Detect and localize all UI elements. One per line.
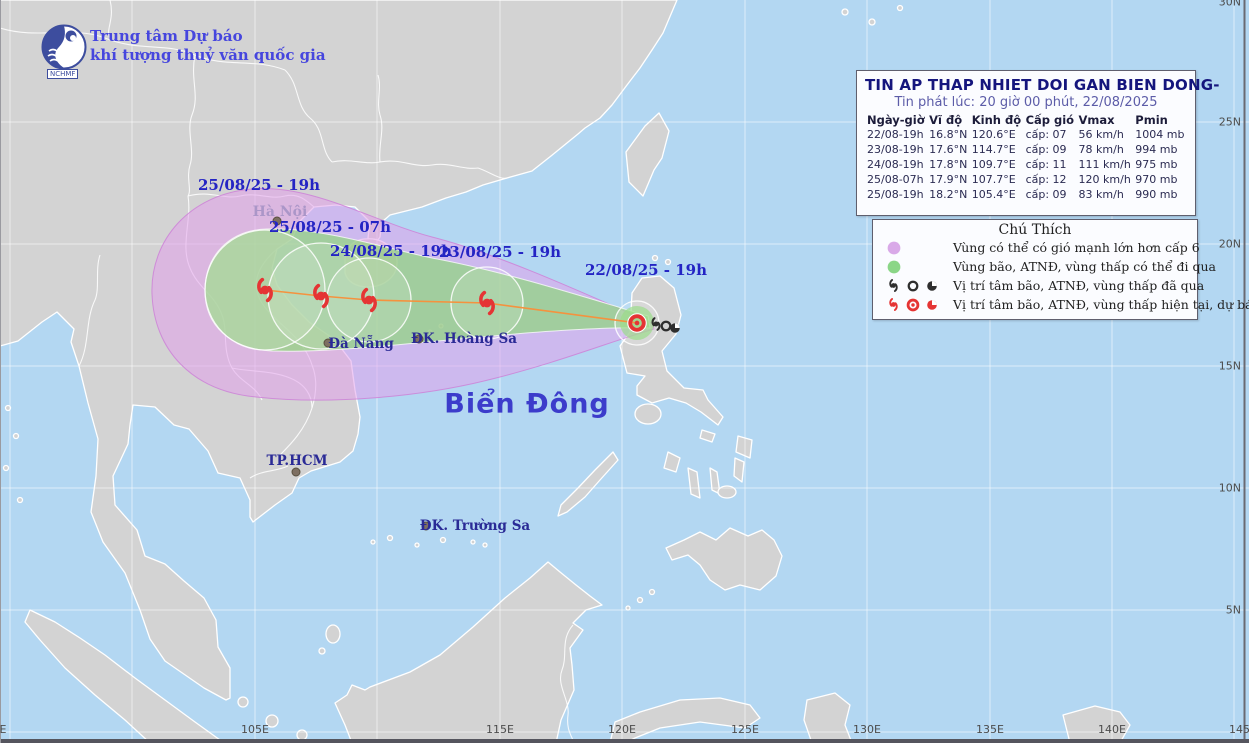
longitude-label: 115E xyxy=(486,723,514,736)
current-storm-icon xyxy=(885,296,902,313)
column-header: Kinh độ xyxy=(970,113,1024,127)
longitude-label: 120E xyxy=(608,723,636,736)
forecast-cell: 17.6°N xyxy=(927,142,970,157)
forecast-row: 23/08-19h17.6°N114.7°Ecấp: 0978 km/h994 … xyxy=(865,142,1187,157)
track-date-label: 25/08/25 - 07h xyxy=(269,218,391,236)
forecast-cell: 111 km/h xyxy=(1077,157,1134,172)
legend-label: Vùng có thể có gió mạnh lớn hơn cấp 6 xyxy=(953,240,1200,255)
forecast-table: Ngày-giờVĩ độKinh độCấp gióVmaxPmin 22/0… xyxy=(865,113,1187,202)
forecast-cell: 16.8°N xyxy=(927,127,970,142)
forecast-row: 24/08-19h17.8°N109.7°Ecấp: 11111 km/h975… xyxy=(865,157,1187,172)
longitude-label: 140E xyxy=(1098,723,1126,736)
past-low-icon xyxy=(924,278,940,294)
past-position-icon xyxy=(670,323,680,333)
sea-name-label: Biển Đông xyxy=(444,389,610,420)
forecast-cell: 25/08-07h xyxy=(865,172,927,187)
column-header: Cấp gió xyxy=(1024,113,1077,127)
forecast-cell: 109.7°E xyxy=(970,157,1024,172)
column-header: Ngày-giờ xyxy=(865,113,927,127)
legend-label: Vị trí tâm bão, ATNĐ, vùng thấp đã qua xyxy=(953,278,1204,293)
latitude-label: 25N xyxy=(1219,116,1241,129)
forecast-cell: 78 km/h xyxy=(1077,142,1134,157)
legend-label: Vị trí tâm bão, ATNĐ, vùng thấp hiện tại… xyxy=(953,297,1249,312)
column-header: Vĩ độ xyxy=(927,113,970,127)
bulletin-panel: TIN AP THAP NHIET DOI GAN BIEN DONG- Tin… xyxy=(856,70,1196,216)
current-position-icon xyxy=(628,314,646,332)
legend-item-current-position: Vị trí tâm bão, ATNĐ, vùng thấp hiện tại… xyxy=(873,295,1197,314)
forecast-cell: 990 mb xyxy=(1133,187,1187,202)
forecast-table-header: Ngày-giờVĩ độKinh độCấp gióVmaxPmin xyxy=(865,113,1187,127)
past-circle-icon xyxy=(905,278,921,294)
longitude-label: 95E xyxy=(0,723,6,736)
forecast-cell: cấp: 11 xyxy=(1024,157,1077,172)
forecast-cell: 975 mb xyxy=(1133,157,1187,172)
org-title: Trung tâm Dự báo khí tượng thuỷ văn quốc… xyxy=(90,27,326,65)
current-circle-icon xyxy=(905,297,921,313)
bulletin-issued-time: Tin phát lúc: 20 giờ 00 phút, 22/08/2025 xyxy=(865,95,1187,110)
past-storm-icon xyxy=(885,277,902,294)
track-date-label: 22/08/25 - 19h xyxy=(585,261,707,279)
place-label: ĐK. Hoàng Sa xyxy=(411,331,517,347)
forecast-cell: 23/08-19h xyxy=(865,142,927,157)
longitude-label: 105E xyxy=(241,723,269,736)
bulletin-title: TIN AP THAP NHIET DOI GAN BIEN DONG- xyxy=(865,76,1187,94)
place-label: Đà Nẵng xyxy=(328,336,394,352)
track-date-label: 25/08/25 - 19h xyxy=(198,176,320,194)
forecast-cell: 1004 mb xyxy=(1133,127,1187,142)
legend-label: Vùng bão, ATNĐ, vùng thấp có thể đi qua xyxy=(953,259,1216,274)
forecast-row: 22/08-19h16.8°N120.6°Ecấp: 0756 km/h1004… xyxy=(865,127,1187,142)
legend-panel: Chú Thích Vùng có thể có gió mạnh lớn hơ… xyxy=(872,219,1198,320)
longitude-label: 135E xyxy=(976,723,1004,736)
current-low-icon xyxy=(924,297,940,313)
column-header: Pmin xyxy=(1133,113,1187,127)
latitude-label: 15N xyxy=(1219,360,1241,373)
forecast-cell: cấp: 07 xyxy=(1024,127,1077,142)
longitude-label: 145E xyxy=(1229,723,1249,736)
forecast-cell: 22/08-19h xyxy=(865,127,927,142)
storm-forecast-map-screen: NCHMF Trung tâm Dự báo khí tượng thuỷ vă… xyxy=(0,0,1249,743)
latitude-label: 5N xyxy=(1226,604,1241,617)
latitude-label: 20N xyxy=(1219,238,1241,251)
forecast-cell: cấp: 09 xyxy=(1024,142,1077,157)
forecast-cell: 120.6°E xyxy=(970,127,1024,142)
track-date-label: 23/08/25 - 19h xyxy=(439,243,561,261)
forecast-cell: 24/08-19h xyxy=(865,157,927,172)
forecast-cell: 17.8°N xyxy=(927,157,970,172)
forecast-row: 25/08-07h17.9°N107.7°Ecấp: 12120 km/h970… xyxy=(865,172,1187,187)
forecast-cell: 970 mb xyxy=(1133,172,1187,187)
track-date-label: 24/08/25 - 19h xyxy=(330,242,452,260)
org-title-line2: khí tượng thuỷ văn quốc gia xyxy=(90,46,326,65)
forecast-cell: 994 mb xyxy=(1133,142,1187,157)
purple-area-icon xyxy=(885,239,903,257)
forecast-row: 25/08-19h18.2°N105.4°Ecấp: 0983 km/h990 … xyxy=(865,187,1187,202)
column-header: Vmax xyxy=(1077,113,1134,127)
legend-item-track-area: Vùng bão, ATNĐ, vùng thấp có thể đi qua xyxy=(873,257,1197,276)
place-label: TP.HCM xyxy=(266,453,327,469)
nchmf-logo xyxy=(40,23,88,71)
logo-caption: NCHMF xyxy=(47,69,78,79)
legend-item-wind-area: Vùng có thể có gió mạnh lớn hơn cấp 6 xyxy=(873,238,1197,257)
forecast-cell: cấp: 09 xyxy=(1024,187,1077,202)
forecast-cell: 25/08-19h xyxy=(865,187,927,202)
org-title-line1: Trung tâm Dự báo xyxy=(90,27,326,46)
forecast-cell: 17.9°N xyxy=(927,172,970,187)
latitude-label: 10N xyxy=(1219,482,1241,495)
green-area-icon xyxy=(885,258,903,276)
forecast-cell: 105.4°E xyxy=(970,187,1024,202)
forecast-cell: 114.7°E xyxy=(970,142,1024,157)
forecast-cell: 107.7°E xyxy=(970,172,1024,187)
place-label: ĐK. Trường Sa xyxy=(420,518,530,534)
forecast-cell: cấp: 12 xyxy=(1024,172,1077,187)
forecast-cell: 83 km/h xyxy=(1077,187,1134,202)
forecast-cell: 120 km/h xyxy=(1077,172,1134,187)
legend-title: Chú Thích xyxy=(873,222,1197,238)
legend-item-past-position: Vị trí tâm bão, ATNĐ, vùng thấp đã qua xyxy=(873,276,1197,295)
latitude-label: 30N xyxy=(1219,0,1241,9)
forecast-cell: 56 km/h xyxy=(1077,127,1134,142)
forecast-cell: 18.2°N xyxy=(927,187,970,202)
longitude-label: 130E xyxy=(853,723,881,736)
longitude-label: 125E xyxy=(731,723,759,736)
